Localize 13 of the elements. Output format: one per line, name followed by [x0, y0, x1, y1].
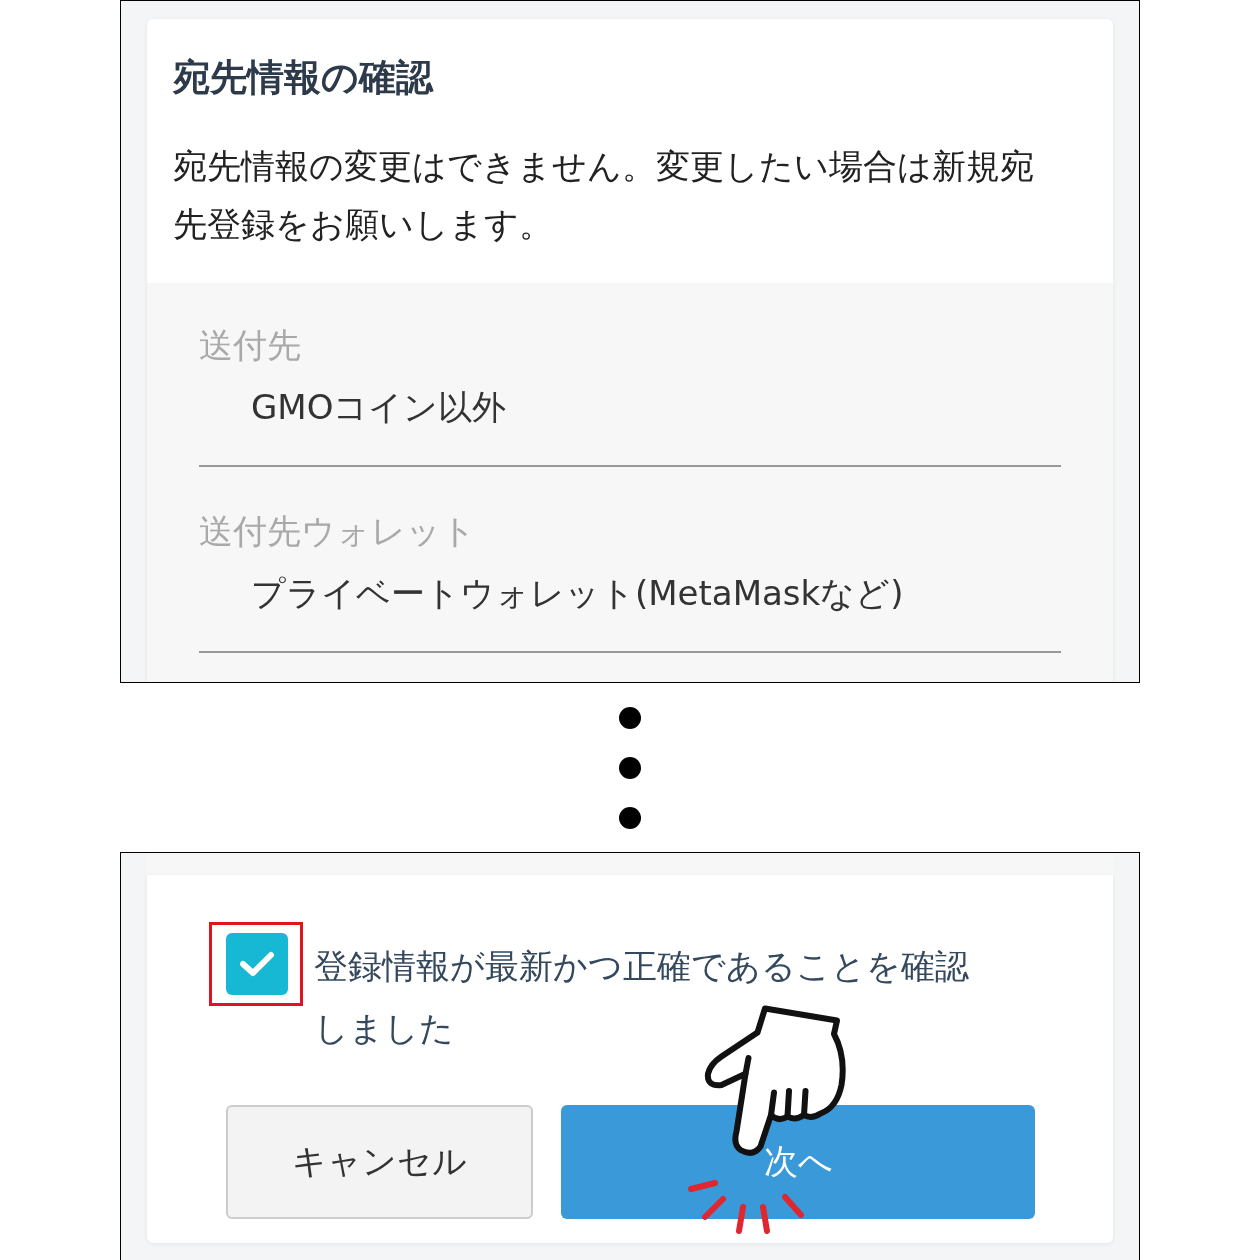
- confirm-label: 登録情報が最新かつ正確であることを確認しました: [314, 945, 970, 1050]
- cancel-button[interactable]: キャンセル: [226, 1105, 533, 1219]
- checkbox[interactable]: [226, 933, 288, 995]
- field-label: 送付先: [199, 324, 302, 367]
- field-value: プライベートウォレット(MetaMaskなど): [250, 572, 905, 615]
- ellipsis-dot: [619, 706, 641, 729]
- field-label: 送付先ウォレット: [199, 510, 477, 553]
- check-icon: [239, 950, 275, 978]
- field-value: GMOコイン以外: [250, 386, 508, 429]
- ellipsis-dot: [619, 756, 641, 779]
- dialog-title: 宛先情報の確認: [173, 55, 435, 101]
- ellipsis-dot: [619, 806, 641, 829]
- notice-text: 宛先情報の変更はできません。変更したい場合は新規宛先登録をお願いします。: [173, 145, 1035, 246]
